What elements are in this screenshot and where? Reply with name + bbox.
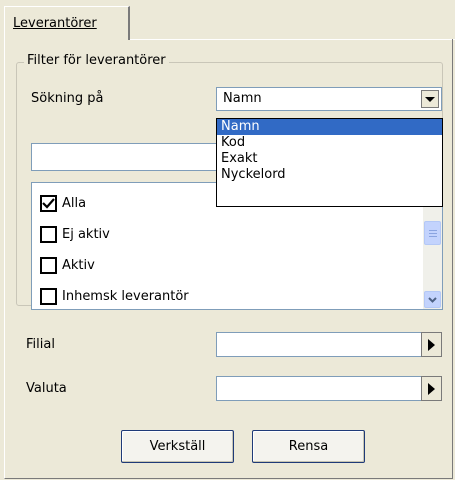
checkbox-inhemsk[interactable] bbox=[40, 287, 57, 305]
search-on-combobox[interactable]: Namn bbox=[216, 87, 442, 111]
apply-button-label: Verkställ bbox=[149, 439, 206, 454]
tab-label: Leverantörer bbox=[13, 16, 97, 31]
list-item-ej-aktiv[interactable]: Ej aktiv bbox=[40, 224, 110, 244]
list-item-label: Inhemsk leverantör bbox=[62, 288, 189, 304]
clear-button[interactable]: Rensa bbox=[252, 430, 365, 463]
search-on-dropdown-list[interactable]: Namn Kod Exakt Nyckelord bbox=[216, 118, 443, 207]
list-item-label: Aktiv bbox=[62, 257, 95, 273]
scroll-down-icon[interactable] bbox=[424, 291, 441, 308]
tab-leverantorer[interactable]: Leverantörer bbox=[4, 6, 130, 40]
filial-label: Filial bbox=[26, 337, 55, 352]
list-item-label: Ej aktiv bbox=[62, 226, 110, 242]
search-on-label: Sökning på bbox=[31, 91, 104, 106]
apply-button[interactable]: Verkställ bbox=[121, 430, 234, 463]
option-exakt[interactable]: Exakt bbox=[217, 151, 442, 167]
triangle-right-icon[interactable] bbox=[421, 332, 442, 357]
filter-group-legend: Filter för leverantörer bbox=[24, 53, 169, 68]
list-item-label: Alla bbox=[62, 195, 87, 211]
clear-button-label: Rensa bbox=[288, 439, 329, 454]
filial-field[interactable] bbox=[216, 332, 442, 357]
checkbox-alla[interactable] bbox=[40, 194, 57, 212]
option-kod[interactable]: Kod bbox=[217, 135, 442, 151]
option-namn[interactable]: Namn bbox=[217, 119, 442, 135]
valuta-field[interactable] bbox=[216, 376, 442, 401]
option-nyckelord[interactable]: Nyckelord bbox=[217, 167, 442, 183]
search-on-value: Namn bbox=[223, 91, 262, 106]
checkmark-icon bbox=[42, 197, 55, 209]
search-input[interactable] bbox=[31, 143, 219, 171]
triangle-right-icon[interactable] bbox=[421, 376, 442, 401]
checkbox-aktiv[interactable] bbox=[40, 256, 57, 274]
valuta-label: Valuta bbox=[26, 381, 67, 396]
list-item-alla[interactable]: Alla bbox=[40, 193, 86, 213]
checkbox-ej-aktiv[interactable] bbox=[40, 225, 57, 243]
list-item-aktiv[interactable]: Aktiv bbox=[40, 255, 95, 275]
chevron-down-icon[interactable] bbox=[421, 90, 439, 108]
scrollbar-thumb[interactable] bbox=[424, 221, 441, 245]
list-item-inhemsk[interactable]: Inhemsk leverantör bbox=[40, 286, 189, 306]
